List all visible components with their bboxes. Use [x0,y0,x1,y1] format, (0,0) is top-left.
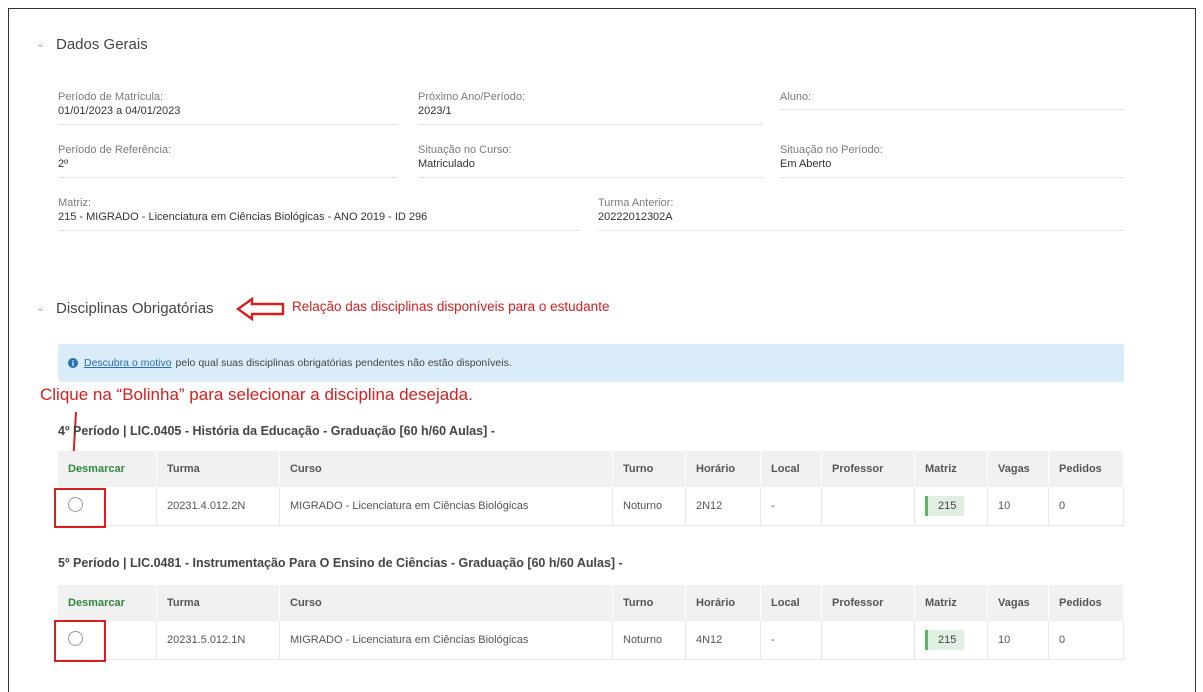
col-curso: Curso [279,585,613,621]
field-aluno: Aluno: [780,90,1124,110]
col-vagas: Vagas [987,585,1049,621]
col-turno: Turno [612,451,686,487]
dados-gerais-header[interactable]: ⌄ Dados Gerais [36,36,148,53]
obrigatorias-title: Disciplinas Obrigatórias [56,300,214,317]
col-pedidos: Pedidos [1048,451,1124,487]
vagas-cell: 10 [987,621,1049,660]
col-pedidos: Pedidos [1048,585,1124,621]
annotation-text: Relação das disciplinas disponíveis para… [292,299,610,314]
chevron-down-icon[interactable]: ⌄ [36,39,46,50]
col-vagas: Vagas [987,451,1049,487]
col-professor: Professor [821,585,915,621]
info-text: pelo qual suas disciplinas obrigatórias … [175,357,512,369]
obrigatorias-header[interactable]: ⌄ Disciplinas Obrigatórias [36,300,214,317]
col-desmarcar[interactable]: Desmarcar [58,585,157,621]
horario-cell: 2N12 [685,487,761,526]
pedidos-cell: 0 [1048,621,1124,660]
field-periodo-referencia: Período de Referência: 2º [58,143,398,178]
info-alert: i Descubra o motivo pelo qual suas disci… [58,344,1124,382]
field-matriz: Matriz: 215 - MIGRADO - Licenciatura em … [58,196,580,231]
col-local: Local [760,585,822,621]
turma-cell: 20231.5.012.1N [156,621,280,660]
turno-cell: Noturno [612,621,686,660]
matriz-badge: 215 [925,630,965,650]
table-row: 20231.5.012.1N MIGRADO - Licenciatura em… [58,621,1124,660]
field-situacao-periodo: Situação no Período: Em Aberto [780,143,1124,178]
matriz-cell: 215 [914,487,988,526]
professor-cell [821,487,915,526]
field-situacao-curso: Situação no Curso: Matriculado [418,143,763,178]
professor-cell [821,621,915,660]
col-horario: Horário [685,585,761,621]
chevron-down-icon[interactable]: ⌄ [36,303,46,314]
curso-cell: MIGRADO - Licenciatura em Ciências Bioló… [279,487,613,526]
matriz-badge: 215 [925,496,965,516]
dados-gerais-title: Dados Gerais [56,36,148,53]
table-row: 20231.4.012.2N MIGRADO - Licenciatura em… [58,487,1124,526]
curso-cell: MIGRADO - Licenciatura em Ciências Bioló… [279,621,613,660]
vagas-cell: 10 [987,487,1049,526]
info-icon: i [68,358,78,368]
disciplina-title: 5º Período | LIC.0481 - Instrumentação P… [58,556,623,570]
field-periodo-matricula: Período de Matrícula: 01/01/2023 a 04/01… [58,90,398,125]
descubra-motivo-link[interactable]: Descubra o motivo [84,357,172,369]
turno-cell: Noturno [612,487,686,526]
matriz-cell: 215 [914,621,988,660]
col-horario: Horário [685,451,761,487]
col-desmarcar[interactable]: Desmarcar [58,451,157,487]
col-turma: Turma [156,585,280,621]
col-curso: Curso [279,451,613,487]
arrow-left-icon [236,296,285,322]
local-cell: - [760,487,822,526]
disciplina-table: Desmarcar Turma Curso Turno Horário Loca… [58,451,1124,526]
col-turma: Turma [156,451,280,487]
local-cell: - [760,621,822,660]
col-local: Local [760,451,822,487]
col-matriz: Matriz [914,451,988,487]
instruction-annotation: Clique na “Bolinha” para selecionar a di… [40,385,473,404]
col-professor: Professor [821,451,915,487]
field-proximo-periodo: Próximo Ano/Período: 2023/1 [418,90,763,125]
disciplina-title: 4º Período | LIC.0405 - História da Educ… [58,424,495,438]
field-turma-anterior: Turma Anterior: 20222012302A [598,196,1124,231]
turma-cell: 20231.4.012.2N [156,487,280,526]
col-matriz: Matriz [914,585,988,621]
disciplina-table: Desmarcar Turma Curso Turno Horário Loca… [58,585,1124,660]
highlight-box [54,620,106,662]
highlight-box [54,488,106,528]
pedidos-cell: 0 [1048,487,1124,526]
horario-cell: 4N12 [685,621,761,660]
col-turno: Turno [612,585,686,621]
